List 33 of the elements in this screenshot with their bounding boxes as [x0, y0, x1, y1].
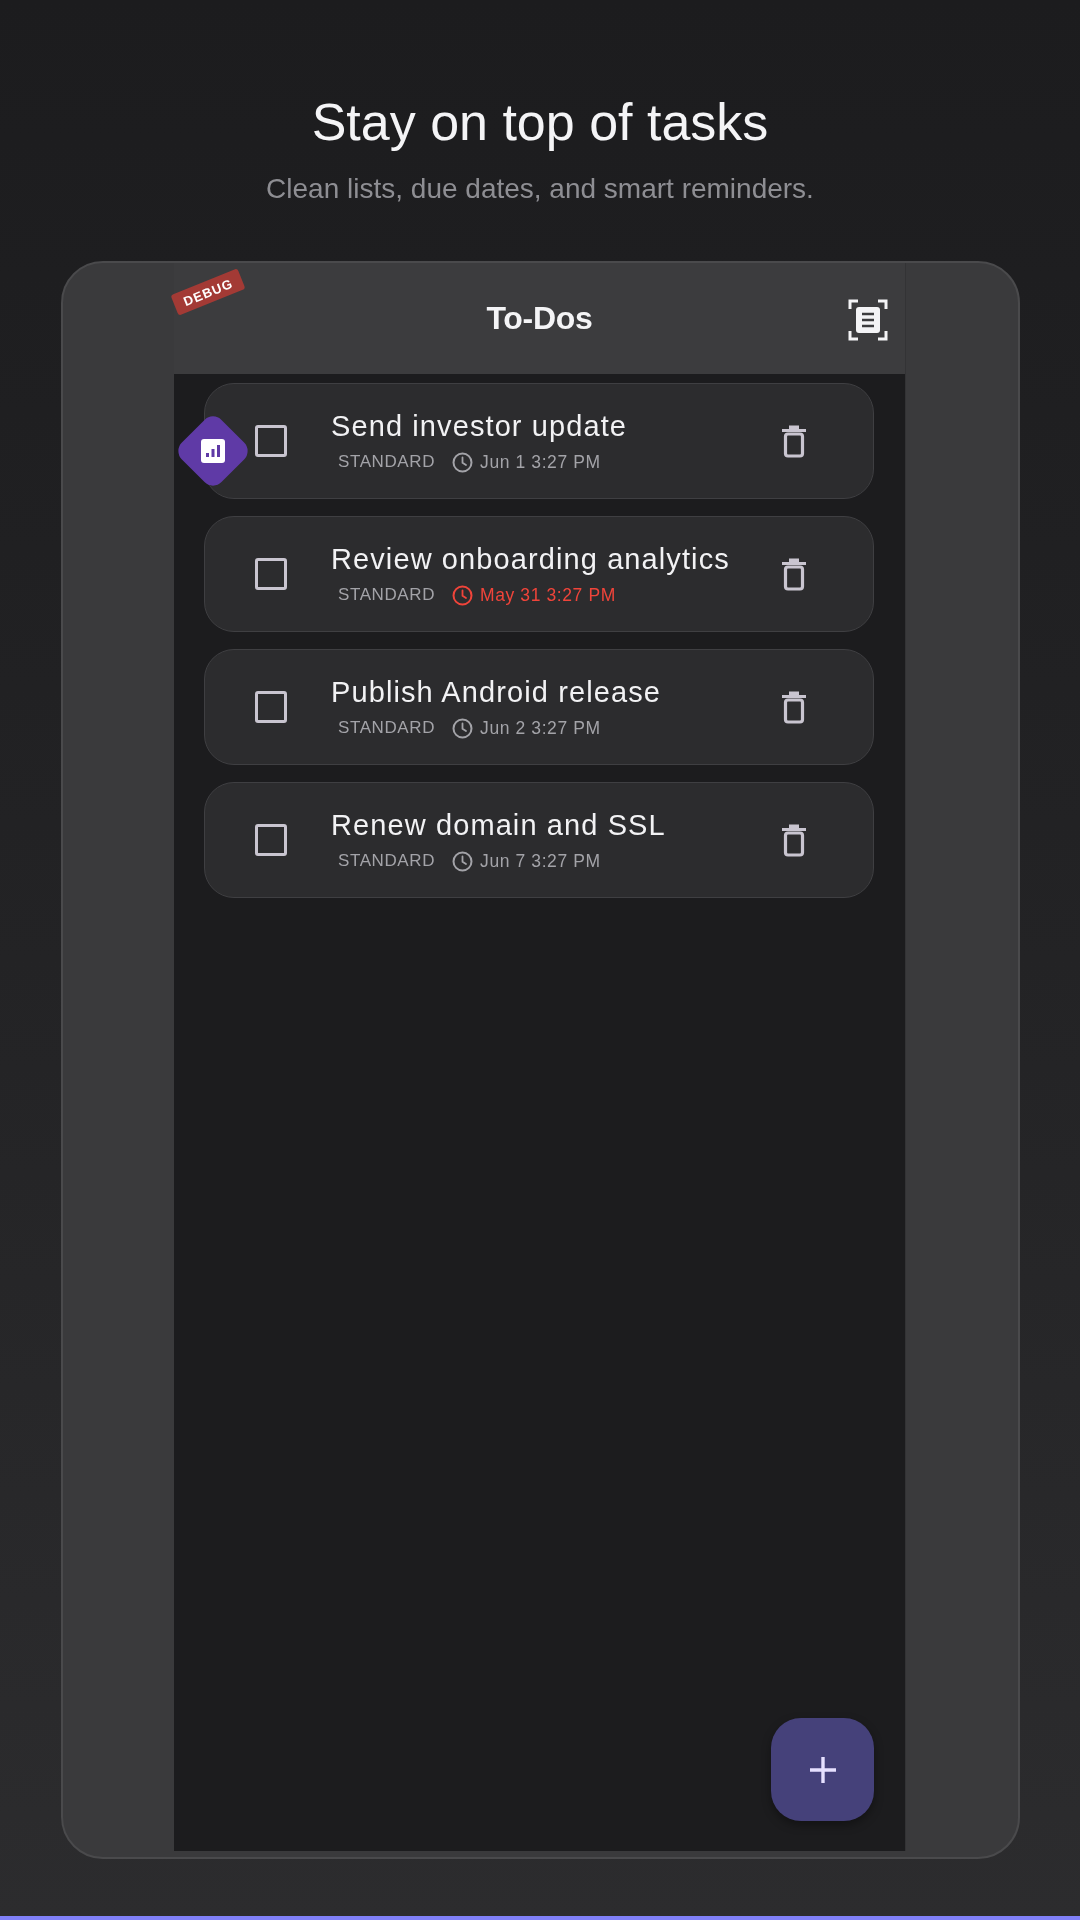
- checkbox[interactable]: [255, 425, 287, 457]
- checkbox[interactable]: [255, 824, 287, 856]
- clock-icon: [452, 451, 474, 473]
- task-title: Renew domain and SSL: [331, 808, 667, 842]
- checkbox[interactable]: [255, 691, 287, 723]
- task-category: STANDARD: [338, 851, 436, 871]
- delete-icon[interactable]: [781, 557, 807, 591]
- document-scan-icon[interactable]: [848, 299, 888, 341]
- task-title: Send investor update: [331, 409, 629, 443]
- due-date: Jun 7 3:27 PM: [480, 850, 601, 872]
- due-date: May 31 3:27 PM: [480, 584, 616, 606]
- delete-icon[interactable]: [781, 823, 807, 857]
- delete-icon[interactable]: [781, 424, 807, 458]
- hero-title: Stay on top of tasks: [311, 92, 769, 152]
- task-category: STANDARD: [338, 585, 436, 605]
- hero-subtitle: Clean lists, due dates, and smart reminders.: [266, 173, 814, 205]
- task-card[interactable]: Send investor update STANDARD Jun 1 3:27 PM: [204, 383, 874, 499]
- due-date: Jun 1 3:27 PM: [480, 451, 601, 473]
- task-card[interactable]: Publish Android release STANDARD Jun 2 3:27 PM: [204, 649, 874, 765]
- task-card[interactable]: Review onboarding analytics STANDARD May 31 3:27 PM: [204, 516, 874, 632]
- task-category: STANDARD: [338, 718, 436, 738]
- clock-icon: [452, 717, 474, 739]
- plus-icon: [808, 1755, 837, 1784]
- clock-icon: [452, 850, 474, 872]
- task-category: STANDARD: [338, 452, 436, 472]
- due-date: Jun 2 3:27 PM: [480, 717, 601, 739]
- clock-icon: [452, 584, 474, 606]
- task-title: Review onboarding analytics: [331, 542, 731, 576]
- delete-icon[interactable]: [781, 690, 807, 724]
- app-title: To-Dos: [486, 300, 593, 337]
- task-card[interactable]: Renew domain and SSL STANDARD Jun 7 3:27 PM: [204, 782, 874, 898]
- task-title: Publish Android release: [331, 675, 662, 709]
- checkbox[interactable]: [255, 558, 287, 590]
